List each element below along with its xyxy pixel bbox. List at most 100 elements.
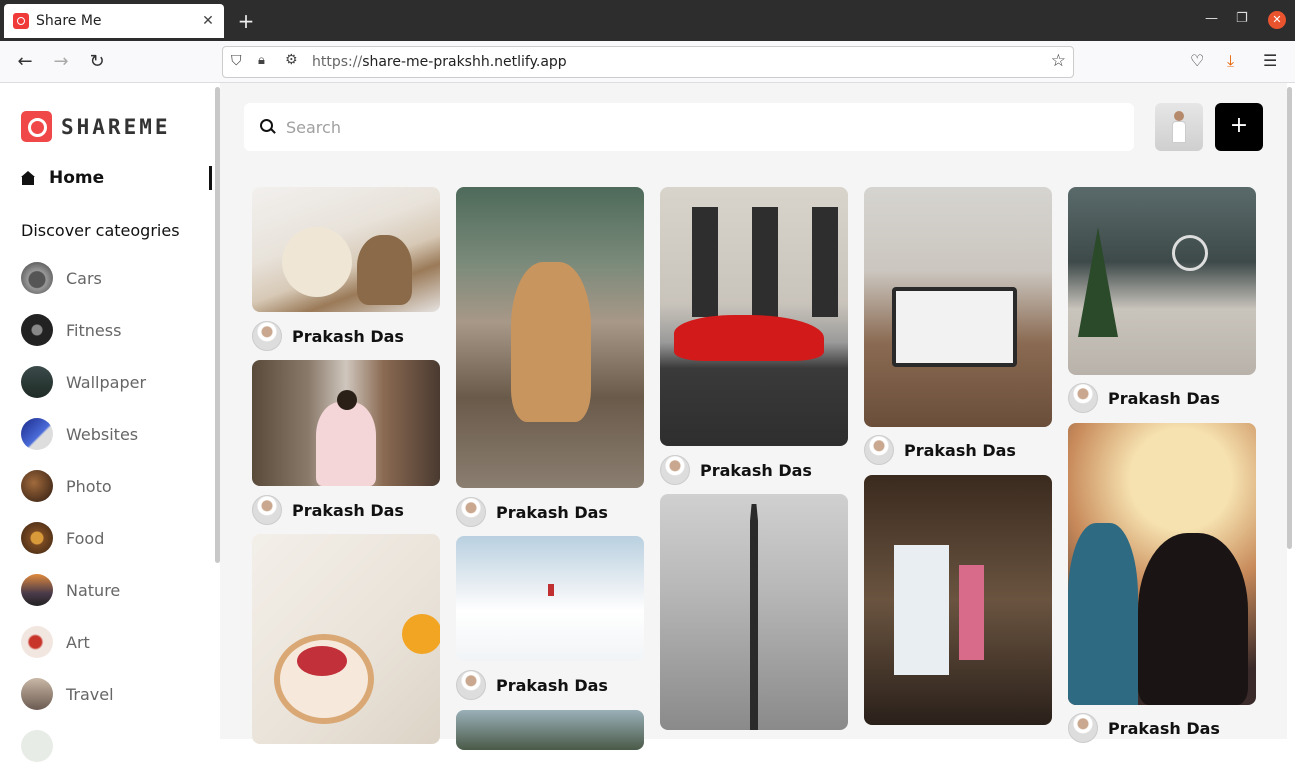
category-thumbnail	[21, 314, 53, 346]
sidebar-item-label: Websites	[66, 424, 139, 444]
artwork-shape	[959, 565, 984, 660]
pocket-icon[interactable]: ♡	[1190, 51, 1204, 70]
browser-tab[interactable]: Share Me ✕	[4, 4, 224, 38]
tab-close-icon[interactable]: ✕	[198, 13, 218, 29]
couple-shape	[1138, 533, 1248, 705]
pin-author[interactable]: Prakash Das	[660, 455, 812, 485]
eiffel-tower-shape	[730, 504, 778, 730]
head-shape	[337, 390, 357, 410]
orange-shape	[402, 614, 440, 654]
building-windows	[670, 207, 838, 317]
pin-author[interactable]: Prakash Das	[456, 670, 608, 700]
pin-image[interactable]	[456, 710, 644, 750]
pin-image[interactable]	[660, 187, 848, 446]
sidebar-item-travel[interactable]: Travel	[21, 678, 114, 710]
author-name: Prakash Das	[292, 326, 404, 346]
author-name: Prakash Das	[700, 460, 812, 480]
girl-shape	[316, 402, 376, 486]
pin-image[interactable]	[1068, 423, 1256, 705]
camera-favicon-icon	[13, 13, 29, 29]
sidebar-item-label: Cars	[66, 268, 102, 288]
maximize-icon[interactable]: ❐	[1236, 11, 1248, 26]
pin-image[interactable]	[1068, 187, 1256, 375]
minimize-icon[interactable]: —	[1205, 11, 1218, 26]
author-avatar	[864, 435, 894, 465]
christmas-tree-shape	[1078, 227, 1118, 337]
camera-logo-icon	[21, 111, 52, 142]
pin-author[interactable]: Prakash Das	[1068, 383, 1220, 413]
sidebar-item-label: Nature	[66, 580, 121, 600]
sidebar-item-label: Home	[49, 168, 105, 188]
discover-heading: Discover cateogries	[21, 221, 180, 240]
pin-image[interactable]	[864, 475, 1052, 725]
user-avatar[interactable]	[1155, 103, 1203, 151]
pin-image[interactable]	[456, 536, 644, 661]
pin-image[interactable]	[660, 494, 848, 730]
bookmark-star-icon[interactable]: ☆	[1051, 51, 1066, 71]
sidebar-item-label: Art	[66, 632, 90, 652]
sidebar-item-label: Wallpaper	[66, 372, 147, 392]
reload-icon[interactable]: ↻	[86, 51, 108, 72]
sidebar-item-more[interactable]	[21, 730, 66, 762]
permissions-icon[interactable]: ⚙	[285, 52, 298, 68]
pin-author[interactable]: Prakash Das	[864, 435, 1016, 465]
author-name: Prakash Das	[904, 440, 1016, 460]
forward-icon[interactable]: →	[50, 51, 72, 72]
address-bar[interactable]: ⛉ 🔒︎ ⚙ https://share-me-prakshh.netlify.…	[222, 46, 1074, 78]
menu-icon[interactable]: ☰	[1263, 51, 1277, 70]
sidebar-item-websites[interactable]: Websites	[21, 418, 138, 450]
category-thumbnail	[21, 730, 53, 762]
lock-icon[interactable]: 🔒︎	[258, 53, 265, 68]
category-thumbnail	[21, 470, 53, 502]
golden-retriever-shape	[511, 262, 591, 422]
author-name: Prakash Das	[496, 675, 608, 695]
author-avatar	[660, 455, 690, 485]
skier-shape	[548, 584, 554, 596]
author-avatar	[1068, 383, 1098, 413]
pin-image[interactable]	[252, 187, 440, 312]
pin-author[interactable]: Prakash Das	[252, 321, 404, 351]
category-thumbnail	[21, 418, 53, 450]
sidebar-item-nature[interactable]: Nature	[21, 574, 120, 606]
window-close-icon[interactable]: ✕	[1268, 11, 1286, 29]
category-thumbnail	[21, 678, 53, 710]
add-pin-button[interactable]: +	[1215, 103, 1263, 151]
pin-author[interactable]: Prakash Das	[252, 495, 404, 525]
sidebar-item-label: Fitness	[66, 320, 122, 340]
pin-image[interactable]	[252, 534, 440, 744]
download-icon[interactable]: ⤓	[1227, 51, 1234, 71]
category-thumbnail	[21, 574, 53, 606]
sidebar-item-photo[interactable]: Photo	[21, 470, 112, 502]
category-thumbnail	[21, 626, 53, 658]
back-icon[interactable]: ←	[14, 51, 36, 72]
shareme-logo[interactable]: SHAREME	[21, 111, 171, 142]
sidebar-item-wallpaper[interactable]: Wallpaper	[21, 366, 146, 398]
category-thumbnail	[21, 366, 53, 398]
sidebar-item-food[interactable]: Food	[21, 522, 104, 554]
shield-icon[interactable]: ⛉	[231, 53, 242, 69]
search-input[interactable]	[286, 117, 1106, 137]
search-bar[interactable]	[244, 103, 1134, 151]
author-name: Prakash Das	[496, 502, 608, 522]
sidebar-item-art[interactable]: Art	[21, 626, 90, 658]
author-avatar	[456, 497, 486, 527]
main-feed: + Prakash Das Prakash Das Prakash Das Pr…	[220, 83, 1287, 750]
main-scrollbar[interactable]	[1287, 87, 1292, 549]
url-text[interactable]: https://share-me-prakshh.netlify.app	[312, 54, 567, 70]
pin-image[interactable]	[252, 360, 440, 486]
browser-tab-bar: Share Me ✕ + — ❐ ✕	[0, 0, 1295, 41]
sidebar-item-fitness[interactable]: Fitness	[21, 314, 121, 346]
tab-title: Share Me	[36, 13, 102, 29]
sidebar-item-home[interactable]: Home	[21, 168, 104, 188]
author-avatar	[456, 670, 486, 700]
person-figure	[1172, 111, 1186, 145]
sidebar-item-cars[interactable]: Cars	[21, 262, 102, 294]
browser-nav-bar: ← → ↻ ⛉ 🔒︎ ⚙ https://share-me-prakshh.ne…	[0, 41, 1295, 83]
category-thumbnail	[21, 262, 53, 294]
pin-image[interactable]	[456, 187, 644, 488]
new-tab-button[interactable]: +	[235, 9, 257, 33]
author-name: Prakash Das	[1108, 388, 1220, 408]
pin-author[interactable]: Prakash Das	[456, 497, 608, 527]
pin-image[interactable]	[864, 187, 1052, 427]
berries-shape	[297, 646, 347, 676]
